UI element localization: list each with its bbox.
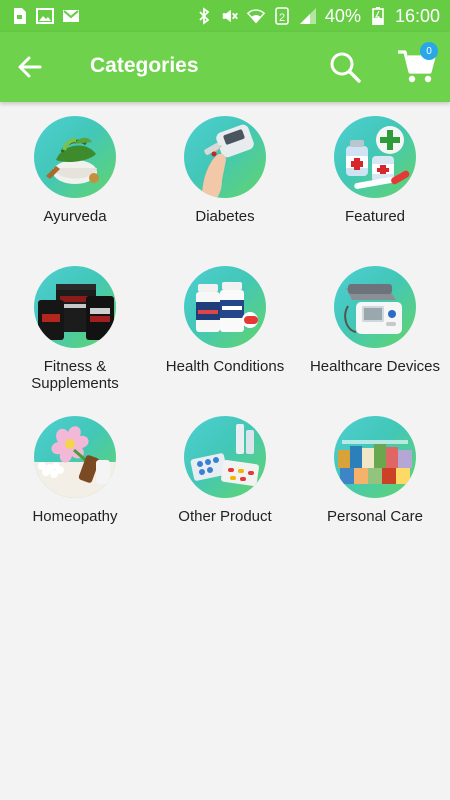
category-personal-care[interactable]: Personal Care: [300, 402, 450, 552]
supplement-bottles-icon: [184, 266, 266, 348]
protein-tubs-icon: [34, 266, 116, 348]
category-featured[interactable]: Featured: [300, 102, 450, 252]
flower-pills-icon: [34, 416, 116, 498]
category-healthcare-devices[interactable]: Healthcare Devices: [300, 252, 450, 402]
category-health-conditions[interactable]: Health Conditions: [150, 252, 300, 402]
category-fitness-supplements[interactable]: Fitness & Supplements: [0, 252, 150, 402]
arrow-left-icon: [18, 56, 42, 78]
back-button[interactable]: [16, 54, 44, 80]
category-label: Other Product: [178, 508, 272, 525]
category-label: Health Conditions: [165, 358, 285, 375]
category-diabetes[interactable]: Diabetes: [150, 102, 300, 252]
medicine-bottles-icon: [334, 116, 416, 198]
battery-icon: [369, 7, 387, 25]
signal-icon: [299, 7, 317, 25]
cart-count-badge: 0: [420, 42, 438, 60]
category-label: Diabetes: [195, 208, 255, 225]
category-label: Featured: [344, 208, 406, 225]
pill-blisters-icon: [184, 416, 266, 498]
status-time: 16:00: [394, 5, 440, 26]
category-other-product[interactable]: Other Product: [150, 402, 300, 552]
category-homeopathy[interactable]: Homeopathy: [0, 402, 150, 552]
wifi-icon: [246, 7, 265, 25]
category-label: Personal Care: [327, 508, 423, 525]
image-icon: [36, 7, 54, 25]
battery-percent: 40%: [324, 5, 361, 26]
sim-icon: 2: [273, 7, 291, 25]
app-bar: Categories 0: [0, 32, 450, 102]
search-button[interactable]: [328, 50, 362, 84]
sim-number: 2: [279, 12, 285, 24]
product-boxes-icon: [334, 416, 416, 498]
category-ayurveda[interactable]: Ayurveda: [0, 102, 150, 252]
search-icon: [330, 52, 361, 83]
gmail-icon: [62, 7, 80, 25]
mute-icon: [221, 7, 239, 25]
page-title: Categories: [90, 54, 199, 77]
sd-card-icon: [10, 7, 28, 25]
status-bar: 2 40% 16:00: [0, 0, 450, 32]
bluetooth-icon: [195, 7, 213, 25]
glucose-meter-icon: [184, 116, 266, 198]
bp-monitor-icon: [334, 266, 416, 348]
category-label: Healthcare Devices: [309, 358, 441, 375]
herbs-bowl-icon: [34, 116, 116, 198]
category-label: Homeopathy: [32, 508, 118, 525]
category-label: Fitness & Supplements: [31, 358, 119, 392]
category-label: Ayurveda: [43, 208, 107, 225]
